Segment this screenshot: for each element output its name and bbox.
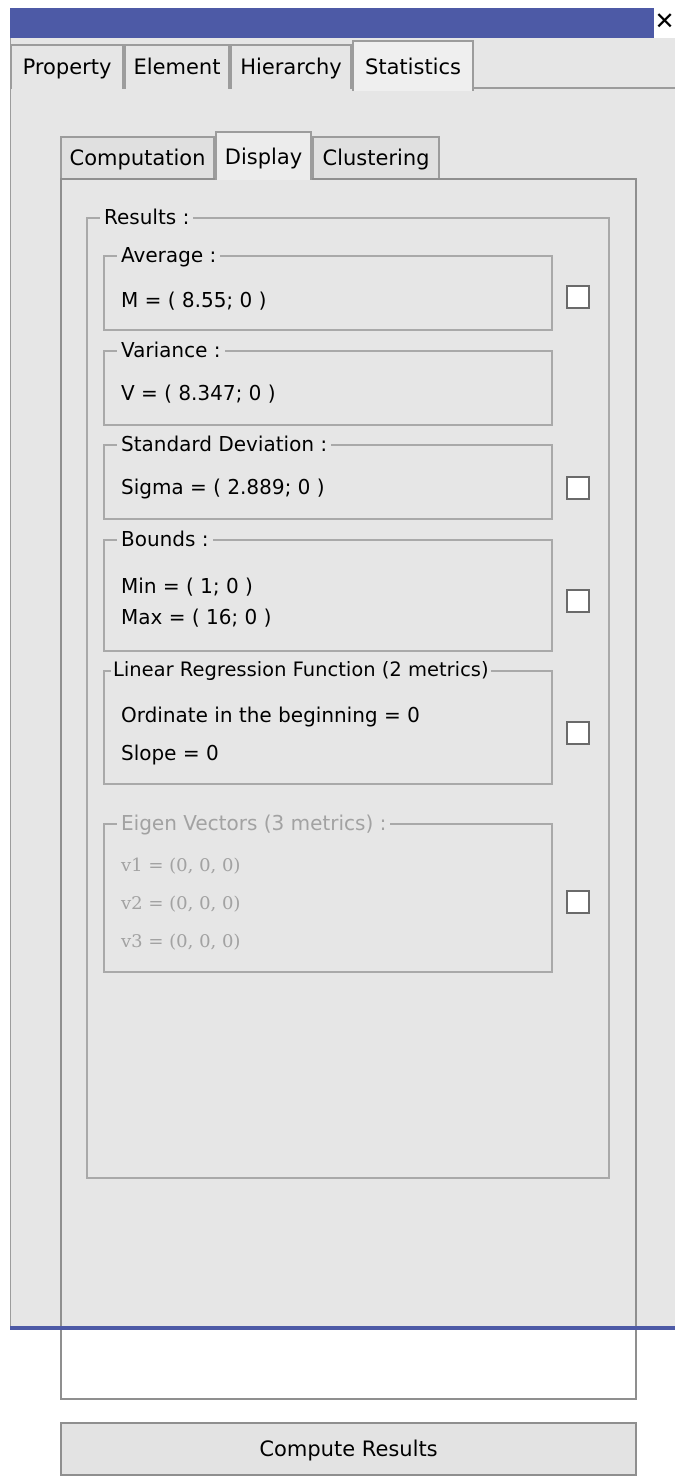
average-legend: Average : xyxy=(117,242,221,268)
tab-statistics[interactable]: Statistics xyxy=(352,40,474,91)
regression-ordinate: Ordinate in the beginning = 0 xyxy=(121,703,420,727)
eigen-v3: v3 = (0, 0, 0) xyxy=(121,931,241,952)
compute-results-button[interactable]: Compute Results xyxy=(60,1422,637,1476)
window-bottom-border xyxy=(10,1326,675,1330)
average-group: Average : M = ( 8.55; 0 ) xyxy=(103,242,553,331)
window-titlebar xyxy=(10,8,654,38)
eigen-checkbox[interactable] xyxy=(566,890,590,914)
close-icon[interactable]: ✕ xyxy=(654,8,675,38)
regression-group: Linear Regression Function (2 metrics) O… xyxy=(103,657,553,785)
variance-group: Variance : V = ( 8.347; 0 ) xyxy=(103,337,553,426)
regression-checkbox[interactable] xyxy=(566,721,590,745)
tab-clustering[interactable]: Clustering xyxy=(312,136,440,178)
tab-element[interactable]: Element xyxy=(124,44,230,89)
tab-display[interactable]: Display xyxy=(215,131,312,180)
average-checkbox[interactable] xyxy=(566,285,590,309)
std-dev-value: Sigma = ( 2.889; 0 ) xyxy=(121,475,325,499)
tab-property[interactable]: Property xyxy=(10,44,124,89)
bounds-min: Min = ( 1; 0 ) xyxy=(121,574,253,598)
std-dev-legend: Standard Deviation : xyxy=(117,431,332,457)
regression-slope: Slope = 0 xyxy=(121,741,219,765)
regression-legend: Linear Regression Function (2 metrics) xyxy=(111,657,491,683)
bounds-group: Bounds : Min = ( 1; 0 ) Max = ( 16; 0 ) xyxy=(103,526,553,652)
eigen-v2: v2 = (0, 0, 0) xyxy=(121,893,241,914)
variance-value: V = ( 8.347; 0 ) xyxy=(121,381,276,405)
tab-hierarchy[interactable]: Hierarchy xyxy=(230,44,352,89)
results-legend: Results : xyxy=(100,204,194,230)
std-dev-checkbox[interactable] xyxy=(566,476,590,500)
tab-computation[interactable]: Computation xyxy=(60,136,215,178)
eigen-v1: v1 = (0, 0, 0) xyxy=(121,855,241,876)
std-dev-group: Standard Deviation : Sigma = ( 2.889; 0 … xyxy=(103,431,553,520)
average-value: M = ( 8.55; 0 ) xyxy=(121,288,267,312)
bounds-legend: Bounds : xyxy=(117,526,213,552)
eigen-group: Eigen Vectors (3 metrics) : v1 = (0, 0, … xyxy=(103,810,553,973)
eigen-legend: Eigen Vectors (3 metrics) : xyxy=(117,810,391,836)
bounds-checkbox[interactable] xyxy=(566,589,590,613)
bounds-max: Max = ( 16; 0 ) xyxy=(121,605,272,629)
variance-legend: Variance : xyxy=(117,337,225,363)
